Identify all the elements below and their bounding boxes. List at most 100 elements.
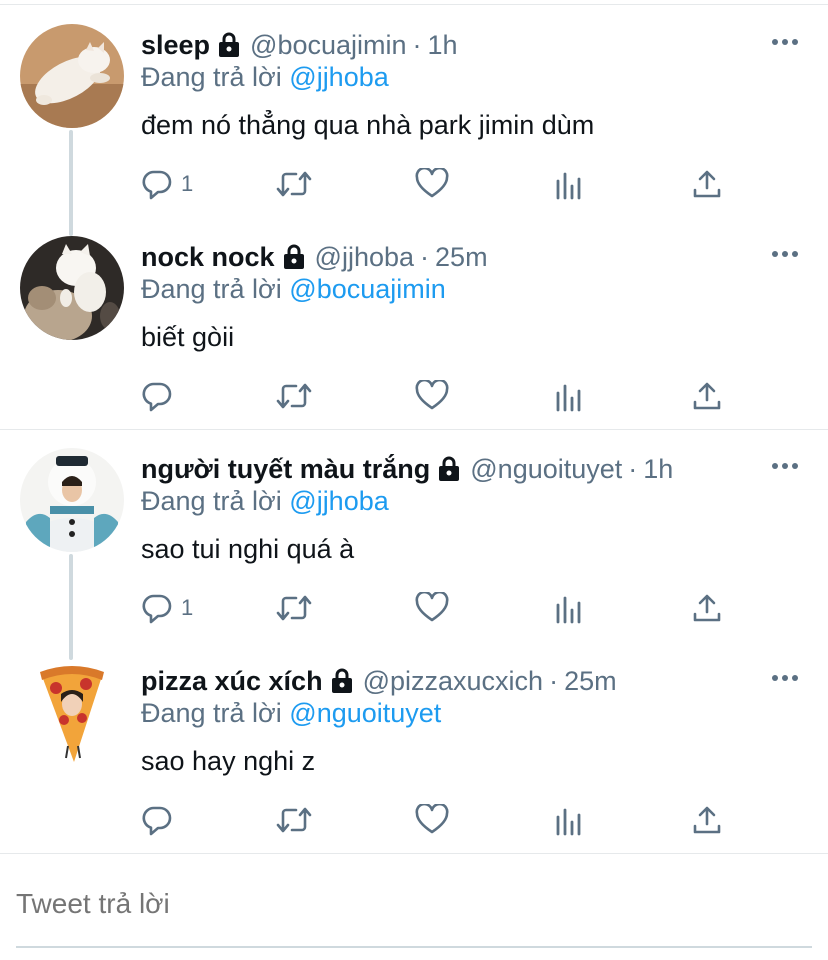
replying-to: Đang trả lời @nguoituyet — [141, 698, 441, 729]
tweet[interactable]: sleep @bocuajimin · 1h Đang trả lời @jjh… — [0, 6, 828, 218]
retweet-icon — [276, 171, 312, 197]
heart-icon — [415, 380, 449, 410]
like-button[interactable] — [415, 378, 449, 414]
more-options-icon[interactable] — [772, 462, 798, 470]
more-options-icon[interactable] — [772, 250, 798, 258]
share-button[interactable] — [691, 590, 723, 626]
more-options-icon[interactable] — [772, 38, 798, 46]
timestamp[interactable]: 1h — [643, 454, 673, 485]
reply-composer — [0, 854, 828, 960]
retweet-icon — [276, 383, 312, 409]
share-button[interactable] — [691, 166, 723, 202]
reply-count: 1 — [181, 171, 194, 196]
tweet[interactable]: nock nock @jjhoba · 25m Đang trả lời @bo… — [0, 218, 828, 430]
user-handle[interactable]: @jjhoba — [315, 242, 414, 273]
lock-icon — [216, 31, 242, 59]
like-button[interactable] — [415, 590, 449, 626]
tweet-header: nock nock @jjhoba · 25m — [141, 238, 488, 276]
share-icon — [693, 806, 721, 834]
timestamp[interactable]: 25m — [564, 666, 617, 697]
replying-to-label: Đang trả lời — [141, 486, 282, 516]
tweet-header: pizza xúc xích @pizzaxucxich · 25m — [141, 662, 617, 700]
mention-link[interactable]: @nguoituyet — [289, 698, 441, 728]
reply-input-underline — [16, 946, 812, 948]
display-name[interactable]: nock nock — [141, 242, 275, 273]
analytics-icon — [556, 172, 581, 200]
tweet-actions: 1 — [141, 590, 741, 626]
timestamp[interactable]: 25m — [435, 242, 488, 273]
share-icon — [693, 594, 721, 622]
top-divider — [0, 4, 828, 5]
reply-count: 1 — [181, 595, 194, 620]
separator-dot: · — [420, 241, 430, 272]
tweet-text: sao tui nghi quá à — [141, 534, 355, 564]
analytics-button[interactable] — [554, 166, 584, 202]
tweet-header: sleep @bocuajimin · 1h — [141, 26, 458, 64]
user-handle[interactable]: @nguoituyet — [470, 454, 622, 485]
avatar[interactable] — [20, 236, 124, 340]
more-options-icon[interactable] — [772, 674, 798, 682]
retweet-button[interactable] — [275, 378, 313, 414]
retweet-icon — [276, 807, 312, 833]
reply-button[interactable]: 1 — [141, 590, 193, 626]
analytics-button[interactable] — [554, 378, 584, 414]
share-button[interactable] — [691, 378, 723, 414]
replying-to-label: Đang trả lời — [141, 698, 282, 728]
reply-button[interactable] — [141, 802, 181, 838]
display-name[interactable]: người tuyết màu trắng — [141, 454, 430, 485]
analytics-icon — [556, 596, 581, 624]
replying-to-label: Đang trả lời — [141, 62, 282, 92]
like-button[interactable] — [415, 802, 449, 838]
separator-dot: · — [628, 453, 638, 484]
share-icon — [693, 382, 721, 410]
avatar[interactable] — [20, 448, 124, 552]
reply-input[interactable] — [16, 884, 812, 924]
retweet-button[interactable] — [275, 590, 313, 626]
separator-dot: · — [412, 29, 422, 60]
tweet-actions — [141, 802, 741, 838]
replying-to-label: Đang trả lời — [141, 274, 282, 304]
mention-link[interactable]: @jjhoba — [289, 62, 388, 92]
mention-link[interactable]: @bocuajimin — [289, 274, 445, 304]
reply-button[interactable]: 1 — [141, 166, 193, 202]
replying-to: Đang trả lời @bocuajimin — [141, 274, 446, 305]
tweet-actions: 1 — [141, 166, 741, 202]
reply-icon — [142, 594, 172, 624]
mention-link[interactable]: @jjhoba — [289, 486, 388, 516]
like-button[interactable] — [415, 166, 449, 202]
reply-thread: sleep @bocuajimin · 1h Đang trả lời @jjh… — [0, 6, 828, 430]
analytics-icon — [556, 384, 581, 412]
reply-button[interactable] — [141, 378, 181, 414]
user-handle[interactable]: @bocuajimin — [250, 30, 406, 61]
avatar[interactable] — [20, 24, 124, 128]
retweet-button[interactable] — [275, 802, 313, 838]
tweet-text: biết gòii — [141, 322, 235, 352]
retweet-icon — [276, 595, 312, 621]
share-button[interactable] — [691, 802, 723, 838]
user-handle[interactable]: @pizzaxucxich — [363, 666, 543, 697]
tweet-actions — [141, 378, 741, 414]
heart-icon — [415, 592, 449, 622]
retweet-button[interactable] — [275, 166, 313, 202]
tweet[interactable]: pizza xúc xích @pizzaxucxich · 25m Đang … — [0, 642, 828, 854]
analytics-icon — [556, 808, 581, 836]
tweet-text: đem nó thẳng qua nhà park jimin dùm — [141, 110, 595, 140]
heart-icon — [415, 168, 449, 198]
analytics-button[interactable] — [554, 802, 584, 838]
lock-icon — [281, 243, 307, 271]
share-icon — [693, 170, 721, 198]
tweet[interactable]: người tuyết màu trắng @nguoituyet · 1h Đ… — [0, 430, 828, 642]
display-name[interactable]: pizza xúc xích — [141, 666, 323, 697]
tweet-text: sao hay nghi z — [141, 746, 316, 776]
separator-dot: · — [549, 665, 559, 696]
reply-icon — [142, 806, 172, 836]
heart-icon — [415, 804, 449, 834]
display-name[interactable]: sleep — [141, 30, 210, 61]
analytics-button[interactable] — [554, 590, 584, 626]
avatar[interactable] — [20, 660, 124, 764]
lock-icon — [329, 667, 355, 695]
replying-to: Đang trả lời @jjhoba — [141, 62, 389, 93]
reply-icon — [142, 170, 172, 200]
timestamp[interactable]: 1h — [428, 30, 458, 61]
lock-icon — [436, 455, 462, 483]
